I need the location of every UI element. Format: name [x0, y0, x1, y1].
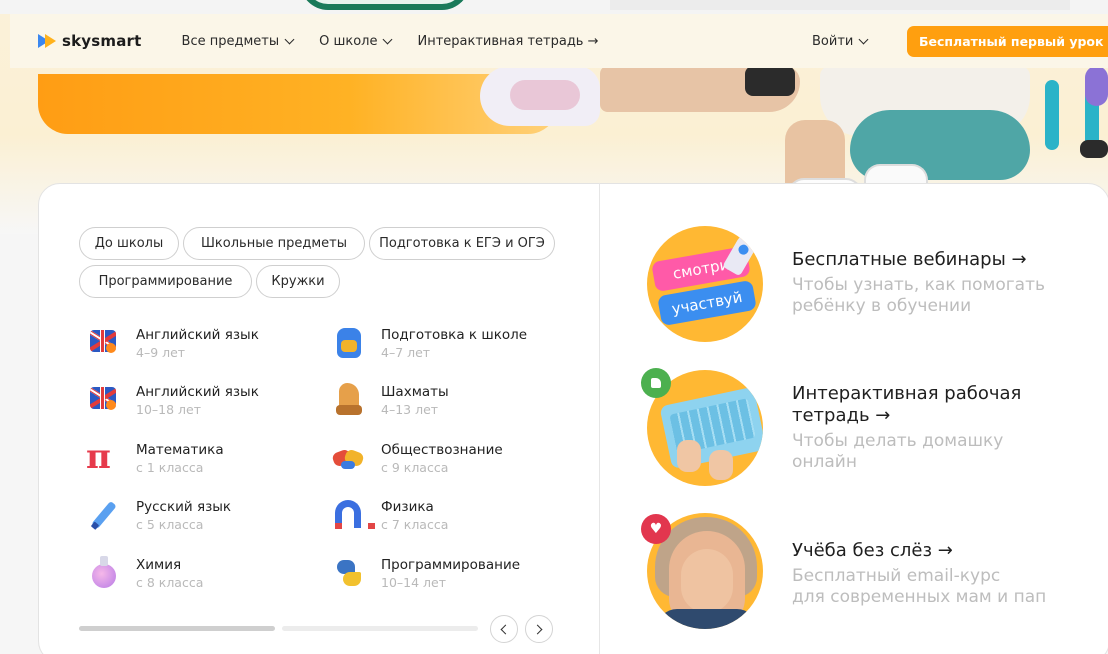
subject-name: Программирование — [381, 557, 521, 573]
logo-icon — [38, 34, 56, 48]
login-menu[interactable]: Войти — [812, 33, 869, 49]
carousel-next-button[interactable] — [525, 615, 553, 643]
subject-age: с 1 класса — [136, 460, 204, 475]
hero-illustration-toy-body — [1085, 66, 1108, 106]
chevron-left-icon — [500, 624, 511, 634]
hero-illustration-toy-foot — [1080, 140, 1108, 158]
subject-age: 4–9 лет — [136, 345, 186, 360]
chevron-down-icon — [383, 34, 393, 44]
top-strip — [0, 0, 1108, 14]
subject-math[interactable]: π Математика с 1 класса — [86, 437, 224, 477]
webinars-illustration[interactable]: смотри участвуй — [647, 226, 763, 342]
subject-name: Английский язык — [136, 327, 259, 343]
python-icon — [331, 556, 365, 590]
nav-all-subjects[interactable]: Все предметы — [181, 33, 295, 49]
decorative-arc — [300, 0, 470, 10]
carousel-scrollbar-thumb[interactable] — [79, 626, 275, 631]
category-chip-preschool[interactable]: До школы — [79, 227, 179, 260]
nav-interactive-notebook[interactable]: Интерактивная тетрадь → — [417, 34, 598, 49]
webinars-subtitle-line-1: Чтобы узнать, как помогать — [792, 275, 1045, 295]
magnet-icon — [331, 498, 375, 532]
course-link[interactable]: Учёба без слёз → — [792, 540, 953, 562]
chevron-right-icon — [532, 624, 543, 634]
category-chip-clubs[interactable]: Кружки — [256, 265, 340, 298]
subject-physics[interactable]: Физика с 7 класса — [331, 498, 448, 534]
pen-icon — [86, 498, 120, 532]
webinars-link[interactable]: Бесплатные вебинары → — [792, 249, 1027, 271]
card-divider — [599, 183, 600, 654]
subject-age: 10–14 лет — [381, 575, 446, 590]
chevron-down-icon — [284, 34, 295, 44]
backpack-icon — [331, 326, 365, 360]
category-chip-programming[interactable]: Программирование — [79, 265, 252, 298]
course-subtitle-line-1: Бесплатный email-курс — [792, 566, 1001, 586]
subject-age: 10–18 лет — [136, 402, 201, 417]
notebook-subtitle-line-2: онлайн — [792, 452, 857, 472]
subject-age: с 9 класса — [381, 460, 449, 475]
subject-school-prep[interactable]: Подготовка к школе 4–7 лет — [331, 326, 527, 362]
notebook-link-line-2[interactable]: тетрадь → — [792, 405, 890, 427]
hero-illustration-toy-leg — [1045, 80, 1059, 150]
nav-about-school[interactable]: О школе — [319, 33, 393, 49]
subject-chess[interactable]: Шахматы 4–13 лет — [331, 383, 449, 419]
subject-age: 4–13 лет — [381, 402, 439, 417]
hero-orange-banner — [38, 74, 558, 134]
subject-name: Обществознание — [381, 442, 503, 458]
subject-chemistry[interactable]: Химия с 8 класса — [86, 556, 203, 592]
hero-illustration-shoe-detail — [510, 80, 580, 110]
portrait-face-detail — [681, 549, 733, 613]
subject-age: с 7 класса — [381, 517, 449, 532]
carousel-scrollbar-track[interactable] — [282, 626, 478, 631]
subject-name: Подготовка к школе — [381, 327, 528, 343]
portrait-clothing — [657, 609, 757, 629]
hand-illustration — [709, 450, 733, 480]
subject-social-studies[interactable]: Обществознание с 9 класса — [331, 441, 503, 477]
handshake-icon — [331, 441, 365, 475]
subject-name: Английский язык — [136, 384, 259, 400]
pi-icon: π — [86, 437, 111, 477]
uk-flag-icon — [86, 326, 120, 360]
webinars-subtitle-line-2: ребёнку в обучении — [792, 296, 972, 316]
nav-all-subjects-label: Все предметы — [181, 33, 280, 49]
course-subtitle-line-2: для современных мам и пап — [792, 587, 1047, 607]
notebook-link-line-1[interactable]: Интерактивная рабочая — [792, 383, 1021, 405]
subject-name: Химия — [136, 557, 182, 573]
heart-icon — [641, 514, 671, 544]
login-label: Войти — [812, 33, 854, 49]
nav-interactive-notebook-label: Интерактивная тетрадь → — [417, 33, 599, 49]
subject-programming[interactable]: Программирование 10–14 лет — [331, 556, 520, 592]
hero-illustration-dark-shoe — [745, 66, 795, 96]
subject-name: Математика — [136, 442, 224, 458]
notebook-subtitle-line-1: Чтобы делать домашку — [792, 431, 1004, 451]
top-navbar: skysmart Все предметы О школе Интерактив… — [10, 14, 1108, 68]
subject-english-teens[interactable]: Английский язык 10–18 лет — [86, 383, 259, 419]
free-lesson-button[interactable]: Бесплатный первый урок — [907, 26, 1108, 57]
subject-name: Русский язык — [136, 499, 232, 515]
category-chip-exam-prep[interactable]: Подготовка к ЕГЭ и ОГЭ — [369, 227, 555, 260]
subject-name: Физика — [381, 499, 434, 515]
subject-name: Шахматы — [381, 384, 449, 400]
hand-illustration — [677, 440, 701, 472]
logo-text: skysmart — [62, 32, 142, 50]
rocket-icon — [722, 231, 760, 277]
subject-age: с 5 класса — [136, 517, 204, 532]
subject-age: 4–7 лет — [381, 345, 431, 360]
subject-russian[interactable]: Русский язык с 5 класса — [86, 498, 231, 534]
skysmart-logo[interactable]: skysmart — [38, 32, 142, 50]
subject-age: с 8 класса — [136, 575, 204, 590]
uk-flag-icon — [86, 383, 120, 417]
chevron-down-icon — [858, 34, 869, 44]
chess-knight-icon — [331, 383, 365, 417]
category-chip-school-subjects[interactable]: Школьные предметы — [183, 227, 365, 260]
decorative-bar — [610, 0, 1070, 10]
carousel-prev-button[interactable] — [490, 615, 518, 643]
nav-about-school-label: О школе — [319, 33, 378, 49]
subject-english-kids[interactable]: Английский язык 4–9 лет — [86, 326, 259, 362]
thumbs-up-icon — [641, 368, 671, 398]
flask-icon — [86, 556, 120, 590]
